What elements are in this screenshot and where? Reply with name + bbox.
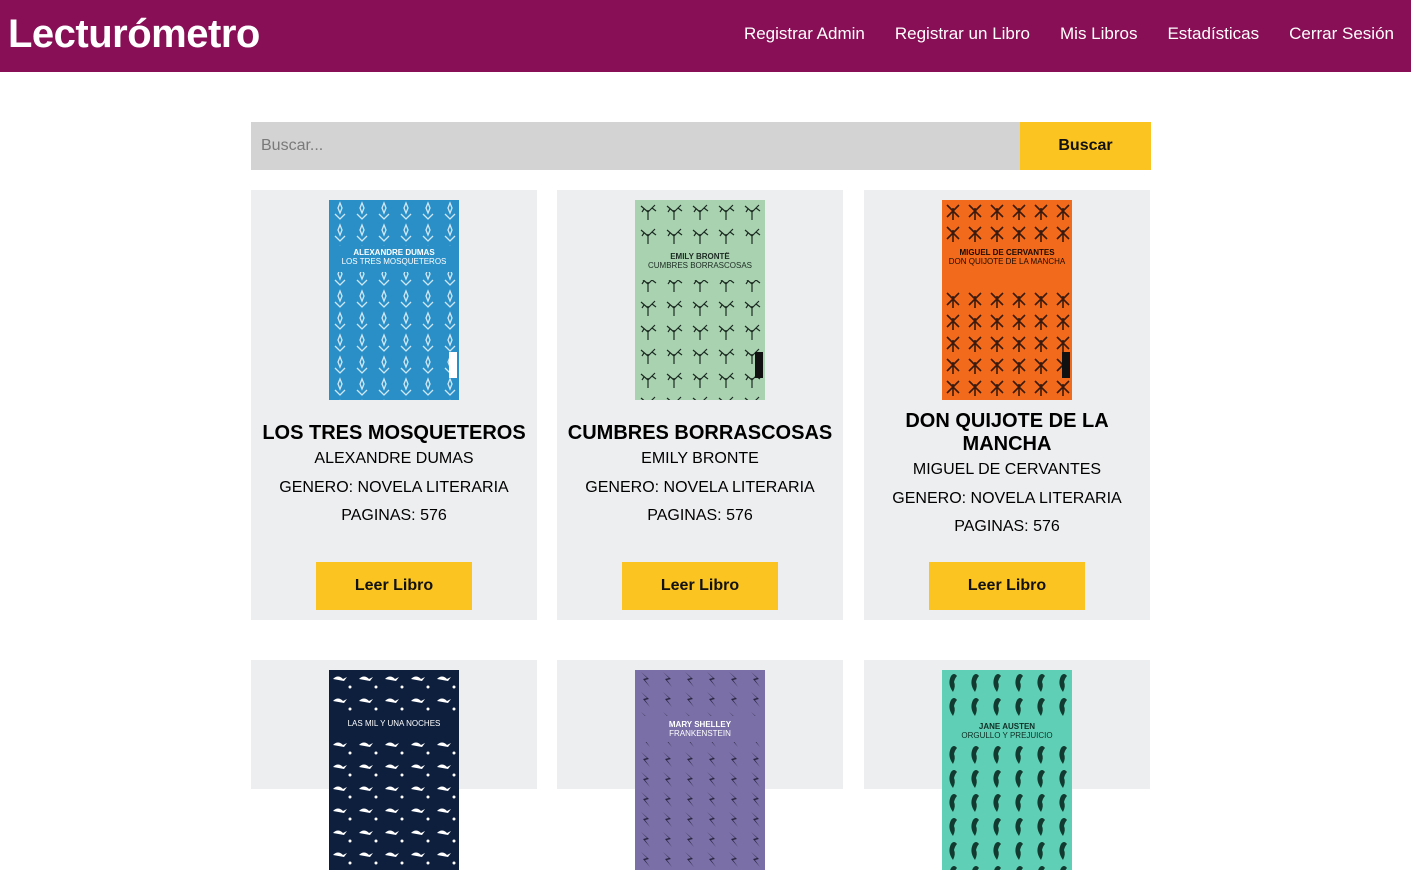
cover-pattern [942,670,1072,870]
book-card: JANE AUSTEN ORGULLO Y PREJUICIO [864,660,1150,870]
nav-cerrar-sesion[interactable]: Cerrar Sesión [1289,22,1394,46]
search-input[interactable] [251,122,1020,170]
book-title: DON QUIJOTE DE LA MANCHA [905,410,1109,455]
cover-title: MARY SHELLEY FRANKENSTEIN [668,720,732,738]
cover-pattern [942,200,1072,400]
publisher-badge [449,352,457,378]
main-nav: Registrar Admin Registrar un Libro Mis L… [744,22,1394,46]
nav-mis-libros[interactable]: Mis Libros [1060,22,1137,46]
nav-registrar-admin[interactable]: Registrar Admin [744,22,865,46]
book-title: LOS TRES MOSQUETEROS [262,422,526,444]
search-bar: Buscar [251,122,1151,170]
app-logo[interactable]: Lecturómetro [8,10,260,58]
publisher-badge [755,352,763,378]
book-title: CUMBRES BORRASCOSAS [567,422,833,444]
cover-pattern [329,200,459,400]
book-author: MIGUEL DE CERVANTES [912,461,1102,478]
book-genre: GENERO: NOVELA LITERARIA [585,478,815,496]
book-card: LAS MIL Y UNA NOCHES [251,660,537,870]
book-pages: PAGINAS: 576 [647,507,753,524]
cover-title: EMILY BRONTË CUMBRES BORRASCOSAS [647,252,753,270]
cover-title: ALEXANDRE DUMAS LOS TRES MOSQUETEROS [341,248,447,266]
book-author: ALEXANDRE DUMAS [314,450,474,467]
publisher-badge [1062,352,1070,378]
book-info: CUMBRES BORRASCOSAS EMILY BRONTE GENERO:… [557,422,843,531]
nav-estadisticas[interactable]: Estadísticas [1167,22,1259,46]
cover-title: LAS MIL Y UNA NOCHES [347,719,441,728]
book-cover[interactable]: JANE AUSTEN ORGULLO Y PREJUICIO [942,670,1072,870]
cover-pattern [329,670,459,870]
read-book-button[interactable]: Leer Libro [929,562,1085,610]
top-navbar: Lecturómetro Registrar Admin Registrar u… [0,0,1411,72]
book-cover[interactable]: LAS MIL Y UNA NOCHES [329,670,459,870]
book-genre: GENERO: NOVELA LITERARIA [279,478,509,496]
book-cover[interactable]: MARY SHELLEY FRANKENSTEIN [635,670,765,870]
book-info: LOS TRES MOSQUETEROS ALEXANDRE DUMAS GEN… [251,422,537,531]
book-cover[interactable]: MIGUEL DE CERVANTES DON QUIJOTE DE LA MAN… [942,200,1072,400]
book-info: DON QUIJOTE DE LA MANCHA MIGUEL DE CERVA… [864,410,1150,542]
read-book-button[interactable]: Leer Libro [316,562,472,610]
nav-registrar-libro[interactable]: Registrar un Libro [895,22,1030,46]
book-card: ALEXANDRE DUMAS LOS TRES MOSQUETEROS LOS … [251,190,537,620]
book-card: EMILY BRONTË CUMBRES BORRASCOSAS CUMBRES … [557,190,843,620]
search-button[interactable]: Buscar [1020,122,1151,170]
cover-title: JANE AUSTEN ORGULLO Y PREJUICIO [961,722,1053,740]
book-pages: PAGINAS: 576 [954,518,1060,535]
book-cover[interactable]: EMILY BRONTË CUMBRES BORRASCOSAS [635,200,765,400]
book-author: EMILY BRONTE [641,450,759,467]
cover-pattern [635,670,765,870]
book-pages: PAGINAS: 576 [341,507,447,524]
book-card: MIGUEL DE CERVANTES DON QUIJOTE DE LA MAN… [864,190,1150,620]
book-card: MARY SHELLEY FRANKENSTEIN [557,660,843,870]
cover-title: MIGUEL DE CERVANTES DON QUIJOTE DE LA MAN… [948,248,1066,266]
book-cover[interactable]: ALEXANDRE DUMAS LOS TRES MOSQUETEROS [329,200,459,400]
read-book-button[interactable]: Leer Libro [622,562,778,610]
cover-pattern [635,200,765,400]
book-genre: GENERO: NOVELA LITERARIA [892,489,1122,507]
